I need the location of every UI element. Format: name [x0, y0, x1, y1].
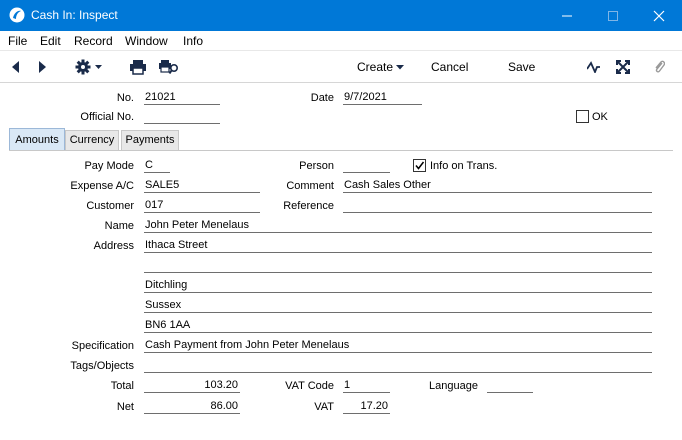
specification-field[interactable]: Cash Payment from John Peter Menelaus: [144, 338, 652, 353]
address-line-5[interactable]: BN6 1AA: [144, 318, 652, 333]
previous-record-button[interactable]: [6, 51, 26, 83]
specification-label: Specification: [71, 340, 134, 352]
create-menu-button[interactable]: Create: [352, 51, 408, 83]
expand-icon: [616, 60, 630, 74]
gear-icon: [75, 59, 102, 75]
name-label: Name: [104, 220, 134, 232]
chevron-down-icon: [396, 65, 404, 70]
operations-menu-button[interactable]: [72, 51, 106, 83]
expand-button[interactable]: [612, 51, 634, 83]
pay-mode-field[interactable]: C: [144, 158, 170, 173]
vat-label: VAT: [314, 401, 334, 413]
official-no-label: Official No.: [80, 111, 134, 123]
window-title: Cash In: Inspect: [31, 8, 118, 22]
info-on-trans-label: Info on Trans.: [430, 160, 498, 172]
tab-amounts[interactable]: Amounts: [9, 128, 65, 151]
print-button[interactable]: [126, 51, 150, 83]
next-record-button[interactable]: [32, 51, 52, 83]
address-line-1[interactable]: Ithaca Street: [144, 238, 652, 253]
minimize-button[interactable]: [544, 0, 590, 31]
reference-label: Reference: [283, 200, 334, 212]
arrow-left-icon: [12, 61, 19, 73]
menu-window[interactable]: Window: [125, 34, 168, 48]
language-field[interactable]: [487, 378, 533, 393]
vat-field[interactable]: 17.20: [343, 399, 390, 414]
maximize-button[interactable]: [590, 0, 636, 31]
close-button[interactable]: [636, 0, 682, 31]
reference-field[interactable]: [343, 198, 652, 213]
net-label: Net: [116, 401, 134, 413]
net-field[interactable]: 86.00: [144, 399, 240, 414]
printer-icon: [130, 60, 146, 75]
save-button[interactable]: Save: [502, 51, 540, 83]
pay-mode-label: Pay Mode: [84, 160, 134, 172]
tags-objects-label: Tags/Objects: [70, 360, 134, 372]
arrow-right-icon: [39, 61, 46, 73]
menu-record[interactable]: Record: [74, 34, 113, 48]
total-field[interactable]: 103.20: [144, 378, 240, 393]
minimize-icon: [562, 15, 572, 17]
cancel-button[interactable]: Cancel: [424, 51, 470, 83]
address-line-2[interactable]: [144, 258, 652, 273]
title-bar: Cash In: Inspect: [0, 0, 682, 31]
tags-objects-field[interactable]: [144, 358, 652, 373]
ok-label: OK: [592, 111, 608, 123]
comment-label: Comment: [286, 180, 334, 192]
menu-edit[interactable]: Edit: [40, 34, 61, 48]
menu-info[interactable]: Info: [183, 34, 203, 48]
customer-label: Customer: [86, 200, 134, 212]
checkmark-icon: [415, 161, 425, 170]
total-label: Total: [110, 380, 134, 392]
vat-code-field[interactable]: 1: [343, 378, 390, 393]
cancel-label: Cancel: [431, 60, 469, 74]
save-label: Save: [508, 60, 536, 74]
print-preview-icon: [159, 60, 179, 75]
ok-checkbox[interactable]: [576, 110, 589, 123]
address-line-3[interactable]: Ditchling: [144, 278, 652, 293]
attach-button[interactable]: [648, 51, 670, 83]
no-field[interactable]: 21021: [144, 90, 220, 105]
expense-ac-label: Expense A/C: [70, 180, 134, 192]
menu-file[interactable]: File: [8, 34, 27, 48]
maximize-icon: [608, 11, 618, 21]
customer-field[interactable]: 017: [144, 198, 260, 213]
person-field[interactable]: [343, 158, 390, 173]
activity-button[interactable]: [584, 51, 604, 83]
tab-payments[interactable]: Payments: [121, 130, 179, 151]
date-label: Date: [310, 92, 334, 104]
language-label: Language: [429, 380, 478, 392]
tab-currency[interactable]: Currency: [65, 130, 119, 151]
no-label: No.: [116, 92, 134, 104]
person-label: Person: [299, 160, 334, 172]
activity-icon: [587, 61, 600, 73]
tab-divider: [9, 150, 673, 151]
official-no-field[interactable]: [144, 109, 220, 124]
comment-field[interactable]: Cash Sales Other: [343, 178, 652, 193]
close-icon: [653, 10, 665, 22]
app-logo-icon: [9, 7, 25, 23]
vat-code-label: VAT Code: [285, 380, 334, 392]
toolbar: Create Cancel Save: [0, 51, 682, 83]
info-on-trans-checkbox[interactable]: [413, 159, 426, 172]
date-field[interactable]: 9/7/2021: [343, 90, 422, 105]
name-field[interactable]: John Peter Menelaus: [144, 218, 652, 233]
address-label: Address: [93, 240, 134, 252]
paperclip-icon: [655, 60, 665, 73]
address-line-4[interactable]: Sussex: [144, 298, 652, 313]
print-preview-button[interactable]: [156, 51, 182, 83]
menu-bar: File Edit Record Window Info: [0, 31, 682, 51]
expense-ac-field[interactable]: SALE5: [144, 178, 260, 193]
create-label: Create: [357, 60, 394, 74]
